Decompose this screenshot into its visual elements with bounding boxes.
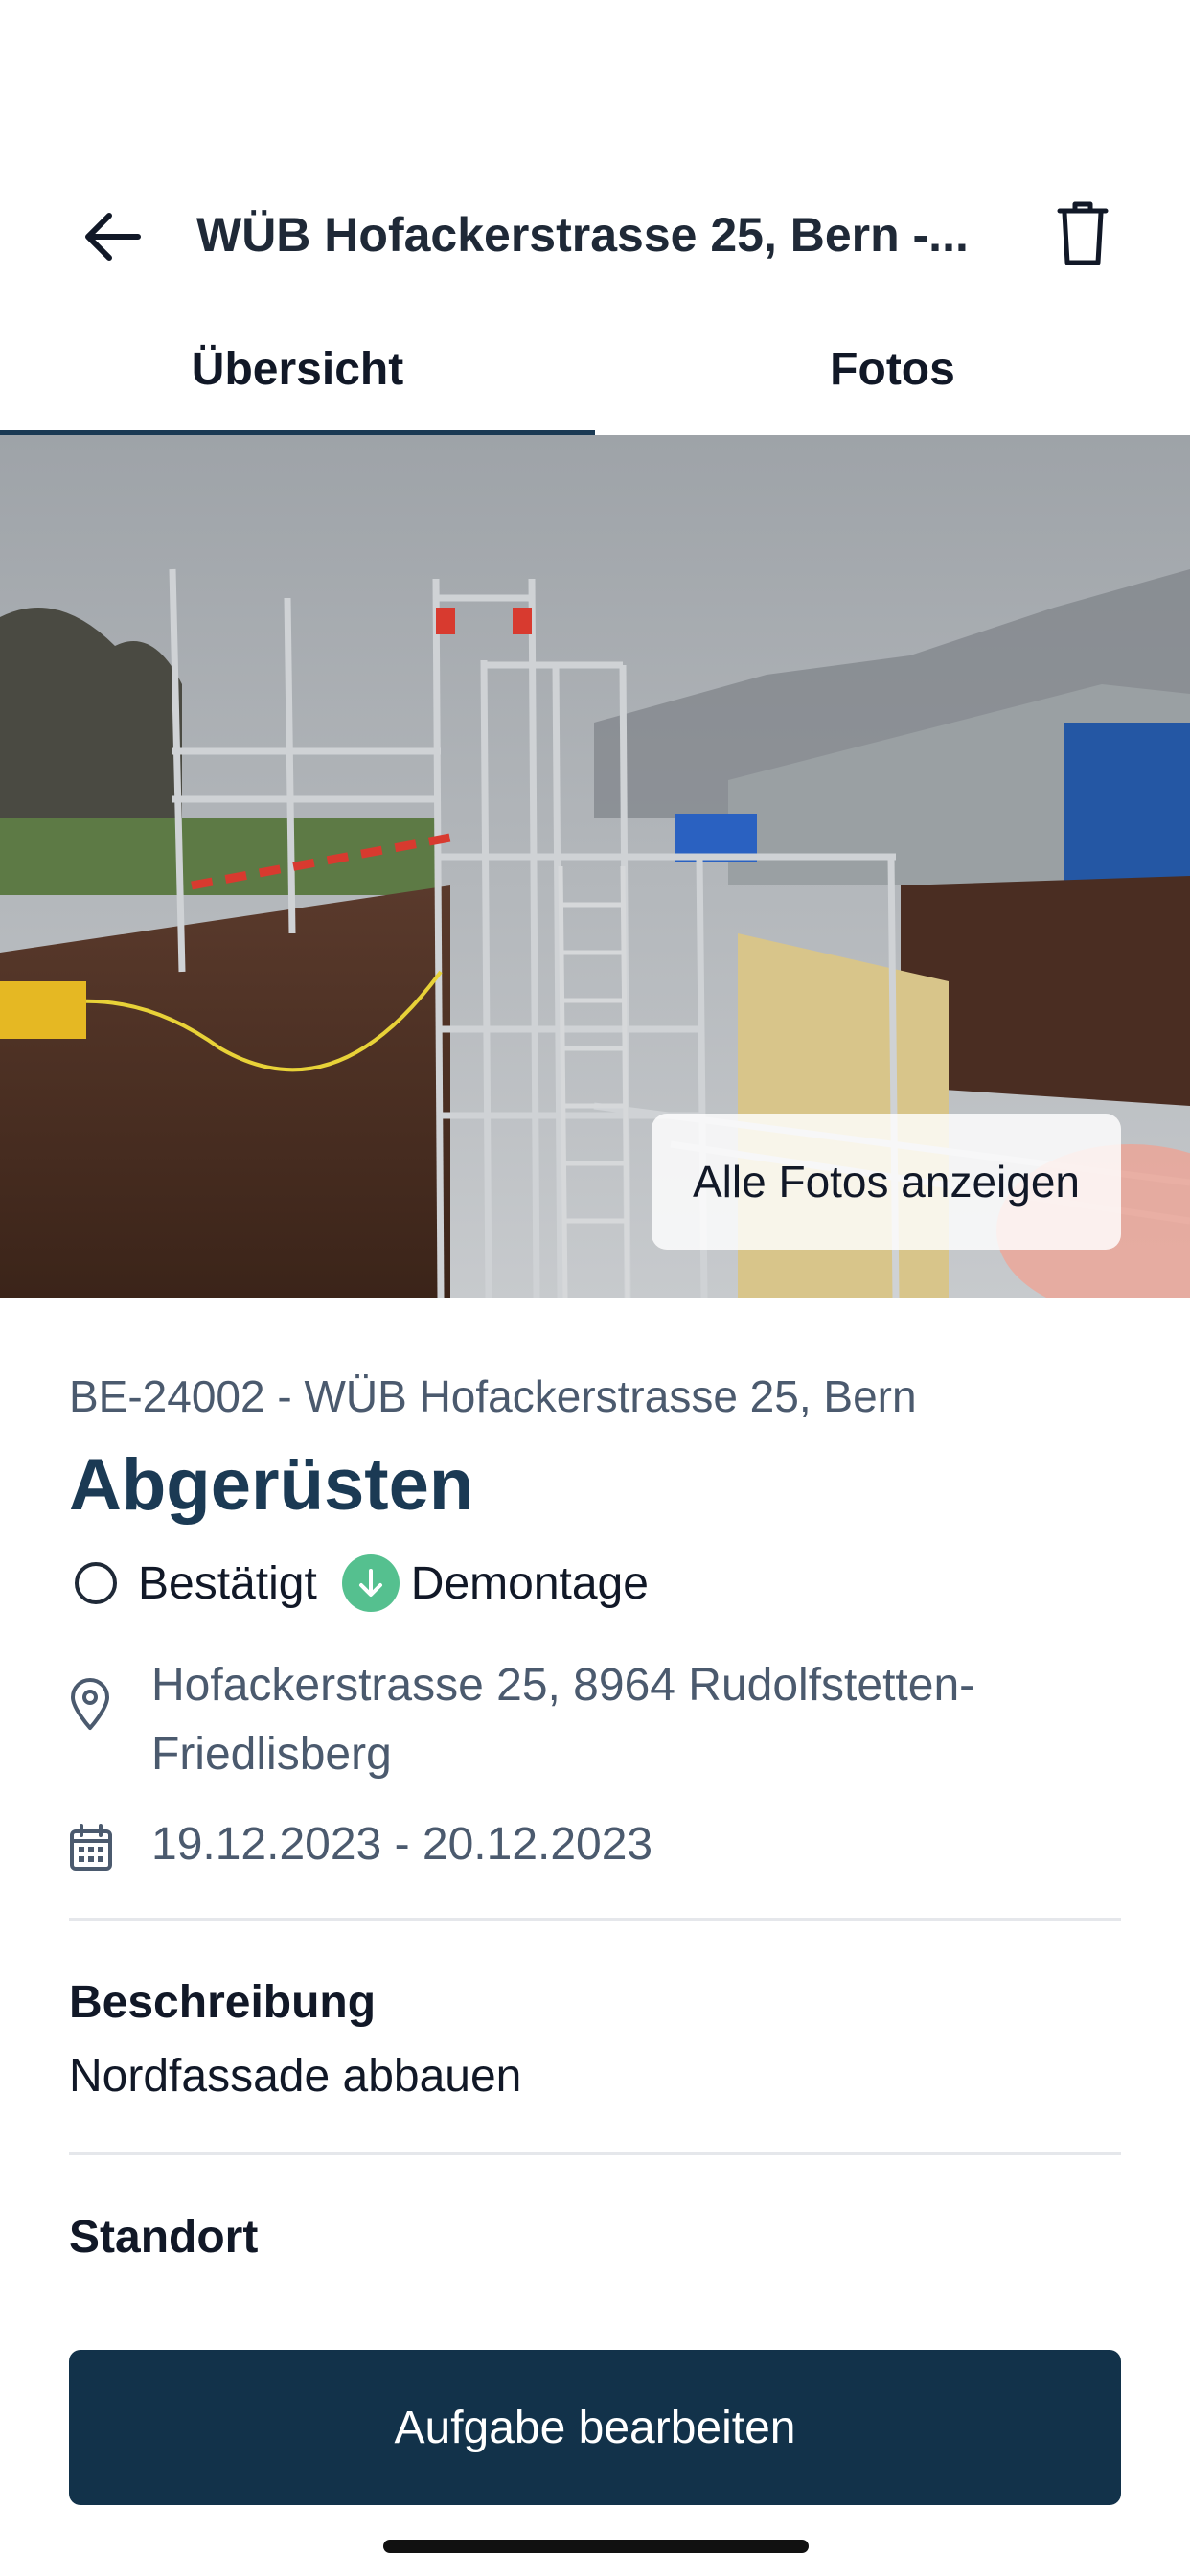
address-row[interactable]: Hofackerstrasse 25, 8964 Rudolfstetten-F… [69,1651,1121,1789]
page-title: WÜB Hofackerstrasse 25, Bern -... [196,208,969,262]
delete-button[interactable] [1054,199,1121,276]
location-label: Standort [69,2212,259,2263]
tab-bar: Übersicht Fotos [0,316,1190,437]
tab-overview[interactable]: Übersicht [0,316,595,437]
edit-task-button[interactable]: Aufgabe bearbeiten [69,2350,1121,2505]
arrow-left-icon [85,213,141,261]
task-type-label: Demontage [410,1557,649,1609]
tab-photos[interactable]: Fotos [595,316,1190,437]
date-row: 19.12.2023 - 20.12.2023 [69,1810,1121,1879]
description-text: Nordfassade abbauen [69,2051,522,2102]
trash-icon [1057,201,1109,265]
arrow-down-circle-icon [341,1554,400,1612]
divider [69,1918,1121,1920]
divider [69,2152,1121,2155]
task-title: Abgerüsten [69,1444,474,1526]
status-label: Bestätigt [138,1557,317,1609]
status-row: Bestätigt Demontage [69,1550,1121,1617]
address-text: Hofackerstrasse 25, 8964 Rudolfstetten-F… [151,1660,975,1780]
top-bar: WÜB Hofackerstrasse 25, Bern -... [0,182,1190,288]
project-name: BE-24002 - WÜB Hofackerstrasse 25, Bern [69,1371,917,1421]
show-all-photos-button[interactable]: Alle Fotos anzeigen [652,1114,1121,1250]
date-range-text: 19.12.2023 - 20.12.2023 [151,1819,653,1870]
description-label: Beschreibung [69,1977,377,2028]
back-button[interactable] [79,203,161,270]
home-indicator [383,2540,809,2553]
task-details: BE-24002 - WÜB Hofackerstrasse 25, Bern … [69,1370,1121,2264]
calendar-icon [69,1810,117,1879]
location-pin-icon [69,1651,117,1789]
status-circle-icon [75,1562,117,1604]
